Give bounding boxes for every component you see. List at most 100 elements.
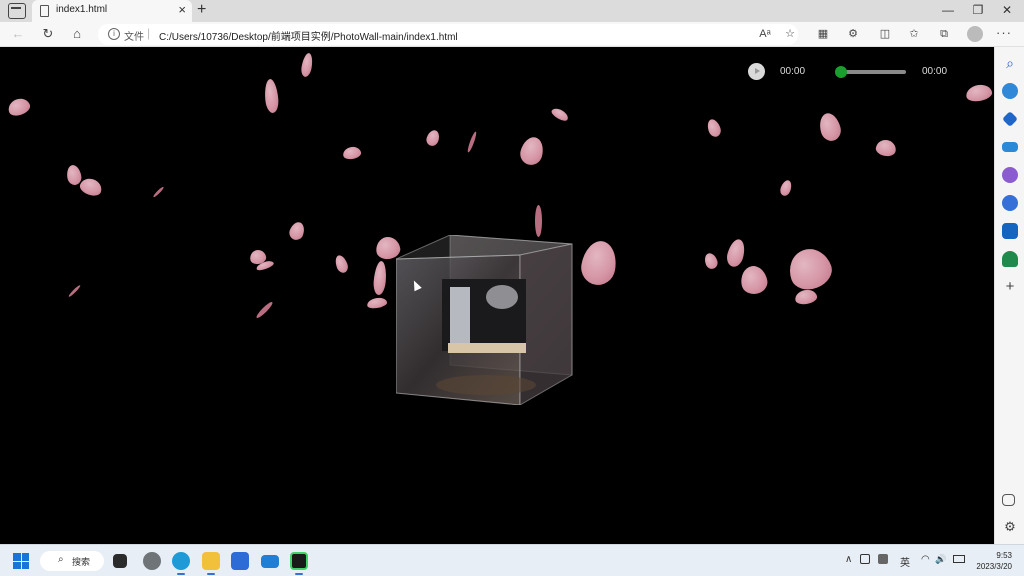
new-tab-button[interactable]: + [197,1,206,19]
split-screen-icon[interactable]: ◫ [877,26,893,42]
tab-title: index1.html [56,4,108,15]
more-icon[interactable]: ··· [996,25,1012,40]
petal [5,95,33,119]
petal [535,205,542,237]
profile-icon[interactable] [967,26,983,42]
pycharm-active-indicator [295,573,303,575]
wifi-icon[interactable]: ◠ [921,554,930,565]
browser-toolbar: ← ↻ ⌂ i 文件 | C:/Users/10736/Desktop/前端项目… [0,22,1024,47]
petal [816,110,844,144]
edge-active-indicator [177,573,185,575]
settings-icon[interactable]: ⚙ [1002,519,1018,535]
petal [263,78,280,114]
tray-app-icon[interactable] [860,554,870,564]
petal [517,134,547,168]
read-aloud-icon[interactable]: Aᵃ [757,26,773,42]
add-icon[interactable]: + [1002,279,1018,295]
mail-icon[interactable] [261,555,279,568]
explorer-active-indicator [207,573,215,575]
tree-icon[interactable] [1002,251,1018,267]
edge-sidebar: ⌕ + ⚙ [994,47,1024,544]
petal [67,284,82,298]
petal [549,106,571,123]
system-clock[interactable]: 9:53 2023/3/20 [968,550,1012,572]
url-separator: | [147,26,151,40]
petal [372,260,388,296]
petal [77,175,105,199]
tab-strip: index1.html × + — ❐ ✕ [0,0,1024,22]
taskbar: ⌕ 搜索 ∧ 英 ◠ 🔊 9:53 2023/3/20 [0,544,1024,576]
play-button[interactable] [748,63,765,80]
petal [738,263,770,297]
petal [342,145,362,161]
sidebar-toggle-icon[interactable] [1002,494,1015,506]
petal [778,178,794,198]
petal [724,237,748,269]
apps-icon[interactable]: ▦ [815,26,831,42]
pycharm-icon[interactable] [290,552,308,570]
back-button[interactable]: ← [10,26,26,42]
progress-knob[interactable] [835,66,847,78]
refresh-button[interactable]: ↻ [40,26,56,42]
petal [783,243,837,295]
clock-date: 2023/3/20 [976,562,1012,571]
tab-actions-menu-icon[interactable] [8,3,26,19]
inner-photo-book [448,343,526,353]
favorite-star-icon[interactable]: ☆ [782,26,798,42]
progress-slider[interactable] [835,66,906,78]
petal [152,185,165,199]
chrome-icon[interactable] [143,552,161,570]
favorites-icon[interactable]: ✩ [906,26,922,42]
tab-index1[interactable]: index1.html × [32,0,192,22]
bing-chat-icon[interactable] [1002,83,1018,99]
petal [578,238,620,288]
games-icon[interactable] [1002,167,1018,183]
petal [793,288,819,306]
url-text[interactable]: C:/Users/10736/Desktop/前端项目实例/PhotoWall-… [159,28,458,43]
taskbar-search[interactable]: ⌕ 搜索 [40,551,104,571]
windows-start-icon[interactable] [13,553,29,569]
petal [964,82,994,104]
home-button[interactable]: ⌂ [69,26,85,42]
petal [424,128,442,148]
petal [333,253,350,275]
edge-icon[interactable] [172,552,190,570]
petal [466,130,478,154]
file-explorer-icon[interactable] [202,552,220,570]
petal [299,52,315,78]
address-bar[interactable]: i 文件 | C:/Users/10736/Desktop/前端项目实例/Pho… [98,24,798,45]
store-icon[interactable] [231,552,249,570]
tools-briefcase-icon[interactable] [1002,142,1018,152]
petal [705,117,723,139]
total-time: 00:00 [922,66,948,77]
battery-icon[interactable] [953,555,965,563]
petal [366,296,388,310]
petal [254,300,275,320]
cube-bottom-shadow [436,375,536,395]
search-label: 搜索 [72,557,91,567]
tray-app2-icon[interactable] [878,554,888,564]
inner-photo-figure [450,287,470,343]
info-icon[interactable]: i [108,28,120,40]
music-player: 00:00 00:00 [748,63,958,81]
collections-icon[interactable]: ⧉ [936,26,952,42]
photo-cube[interactable] [396,235,574,405]
restore-button[interactable]: ❐ [963,2,993,18]
petal [874,138,898,158]
close-window-button[interactable]: ✕ [992,2,1022,18]
tab-close-icon[interactable]: × [178,2,186,18]
extensions-icon[interactable]: ⚙ [845,26,861,42]
file-icon [40,5,49,17]
clock-time: 9:53 [996,551,1012,560]
search-icon[interactable]: ⌕ [1002,55,1018,71]
task-view-icon[interactable] [113,554,127,568]
current-time: 00:00 [780,66,806,77]
ime-indicator[interactable]: 英 [900,554,910,569]
url-scheme-label: 文件 [124,32,144,43]
outlook-icon[interactable] [1002,223,1018,239]
minimize-button[interactable]: — [933,2,963,18]
volume-icon[interactable]: 🔊 [935,554,946,565]
office-icon[interactable] [1002,195,1018,211]
shopping-tag-icon[interactable] [1002,111,1018,127]
tray-chevron-icon[interactable]: ∧ [845,554,852,565]
